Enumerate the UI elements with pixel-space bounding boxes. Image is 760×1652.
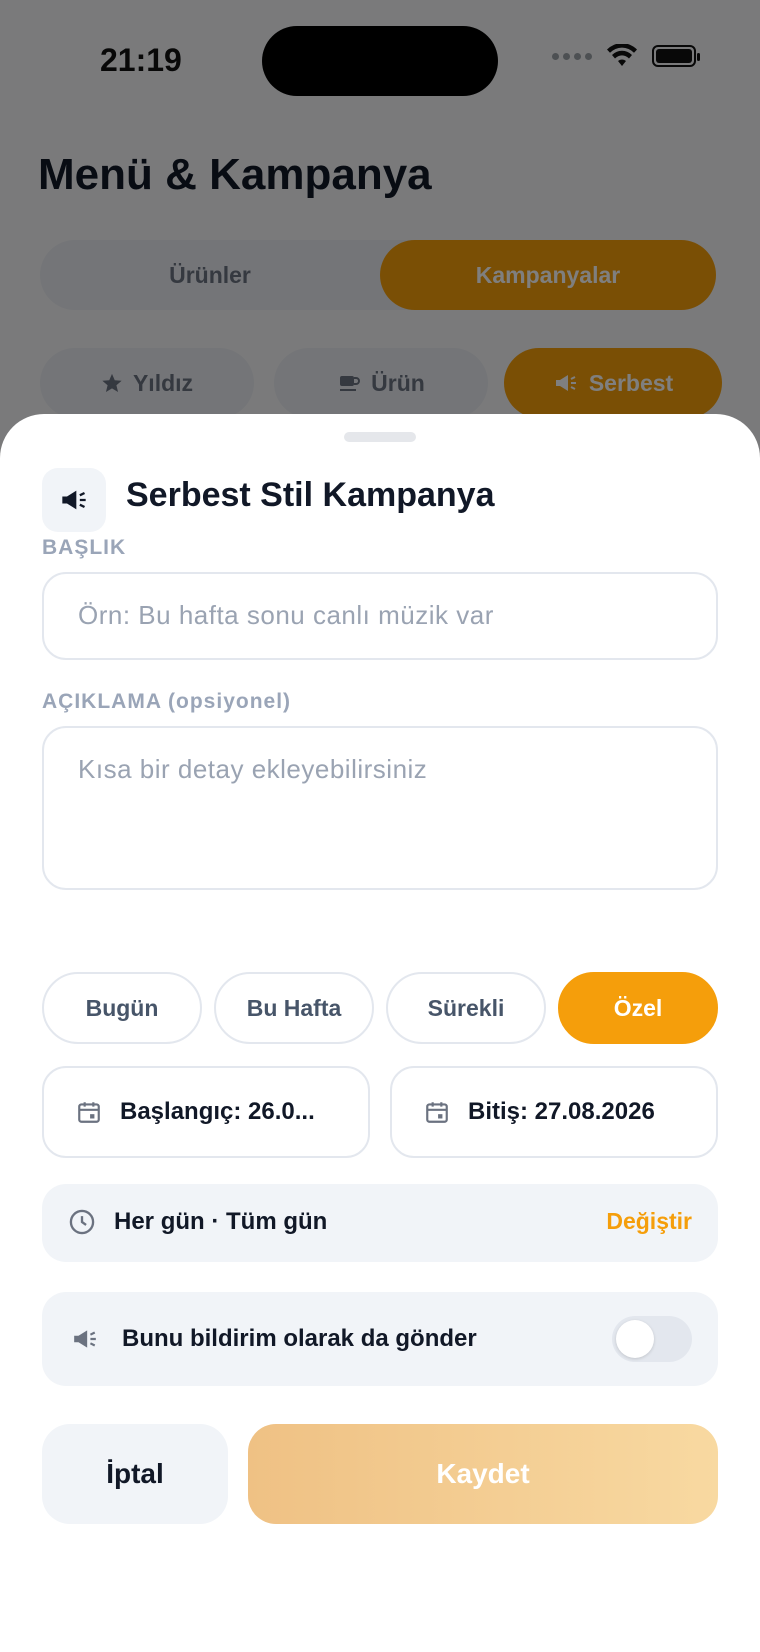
notify-row: Bunu bildirim olarak da gönder (42, 1292, 718, 1386)
calendar-icon (78, 1102, 100, 1123)
start-date-text: Başlangıç: 26.0... (120, 1098, 315, 1125)
calendar-icon (426, 1102, 448, 1123)
title-placeholder: Örn: Bu hafta sonu canlı müzik var (78, 600, 494, 630)
megaphone-icon (74, 1330, 96, 1348)
clock-icon (69, 1209, 95, 1235)
schedule-text: Her gün · Tüm gün (114, 1208, 328, 1235)
duration-custom[interactable]: Özel (558, 972, 718, 1044)
duration-this-week[interactable]: Bu Hafta (214, 972, 374, 1044)
title-input[interactable]: Örn: Bu hafta sonu canlı müzik var (42, 572, 718, 660)
campaign-sheet: Serbest Stil Kampanya BAŞLIK Örn: Bu haf… (0, 414, 760, 1652)
notify-toggle[interactable] (612, 1316, 692, 1362)
sheet-icon-badge (42, 468, 106, 532)
schedule-row: Her gün · Tüm gün Değiştir (42, 1184, 718, 1262)
title-label: BAŞLIK (42, 536, 127, 559)
save-button[interactable]: Kaydet (248, 1424, 718, 1524)
sheet-grabber[interactable] (344, 432, 416, 442)
notify-label: Bunu bildirim olarak da gönder (122, 1325, 477, 1352)
end-date-field[interactable]: Bitiş: 27.08.2026 (390, 1066, 718, 1158)
description-placeholder: Kısa bir detay ekleyebilirsiniz (78, 754, 428, 784)
duration-today[interactable]: Bugün (42, 972, 202, 1044)
description-label: AÇIKLAMA (opsiyonel) (42, 690, 292, 713)
megaphone-icon (62, 490, 86, 510)
cancel-button[interactable]: İptal (42, 1424, 228, 1524)
sheet-title: Serbest Stil Kampanya (126, 476, 495, 514)
description-input[interactable]: Kısa bir detay ekleyebilirsiniz (42, 726, 718, 890)
end-date-text: Bitiş: 27.08.2026 (468, 1098, 655, 1125)
toggle-knob (616, 1320, 654, 1358)
schedule-change-link[interactable]: Değiştir (606, 1208, 692, 1235)
start-date-field[interactable]: Başlangıç: 26.0... (42, 1066, 370, 1158)
duration-continuous[interactable]: Sürekli (386, 972, 546, 1044)
